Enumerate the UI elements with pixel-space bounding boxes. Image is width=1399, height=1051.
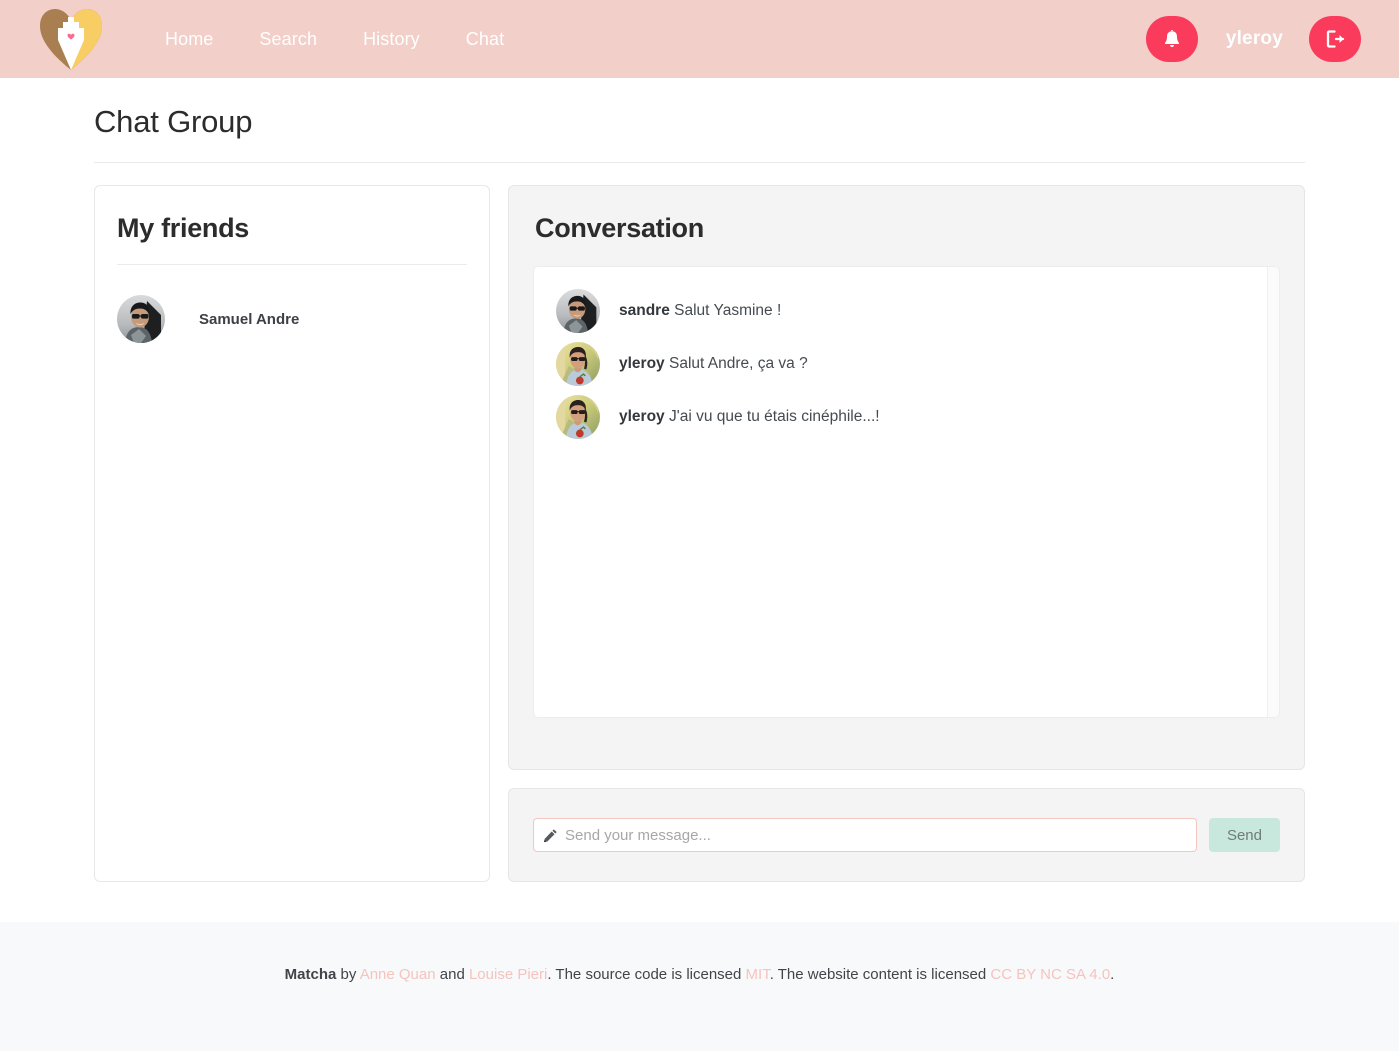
footer-link-cc-license[interactable]: CC BY NC SA 4.0 (990, 966, 1110, 983)
title-divider (94, 162, 1305, 163)
footer-end: . (1110, 966, 1115, 983)
message-item: yleroy J'ai vu que tu étais cinéphile...… (556, 395, 1259, 439)
footer-and: and (435, 966, 469, 983)
footer-link-anne-quan[interactable]: Anne Quan (360, 966, 436, 983)
avatar (556, 395, 600, 439)
message-text: yleroy Salut Andre, ça va ? (619, 355, 808, 373)
pencil-glyph (544, 828, 557, 842)
logout-icon (1326, 30, 1345, 48)
footer-link-louise-pieri[interactable]: Louise Pieri (469, 966, 547, 983)
send-button[interactable]: Send (1208, 818, 1280, 852)
nav-link-history[interactable]: History (340, 23, 443, 56)
message-body: Salut Yasmine ! (674, 302, 782, 319)
message-author: yleroy (619, 355, 665, 372)
footer-text: Matcha by Anne Quan and Louise Pieri. Th… (285, 966, 1115, 1051)
top-navbar: Home Search History Chat yleroy (0, 0, 1399, 78)
footer-brand: Matcha (284, 966, 337, 983)
messages-list: sandre Salut Yasmine ! yleroy Salut Andr… (533, 266, 1280, 718)
footer-content-text: . The website content is licensed (769, 966, 991, 983)
heart-logo-icon (40, 9, 102, 70)
message-body: J'ai vu que tu étais cinéphile...! (668, 408, 880, 425)
nav-link-chat[interactable]: Chat (443, 23, 527, 56)
avatar (556, 342, 600, 386)
footer-link-mit[interactable]: MIT (746, 966, 770, 983)
matcha-heart-logo[interactable] (36, 6, 106, 72)
page-title: Chat Group (94, 104, 253, 139)
pencil-icon (543, 828, 558, 843)
message-composer: Send (508, 788, 1305, 882)
conversation-panel: Conversation sandre Salut Yasmine ! yler… (508, 185, 1305, 770)
avatar-sandre-icon (117, 295, 165, 343)
nav-right-group: yleroy (1145, 16, 1361, 62)
nav-links: Home Search History Chat (142, 23, 527, 56)
message-text: sandre Salut Yasmine ! (619, 302, 781, 320)
current-username[interactable]: yleroy (1226, 28, 1283, 50)
message-item: sandre Salut Yasmine ! (556, 289, 1259, 333)
message-author: yleroy (619, 408, 665, 425)
footer-by: by (336, 966, 360, 983)
logout-button[interactable] (1309, 16, 1361, 62)
right-column: Conversation sandre Salut Yasmine ! yler… (508, 185, 1305, 882)
avatar (556, 289, 600, 333)
footer-code-text: . The source code is licensed (547, 966, 746, 983)
friends-panel-title: My friends (117, 213, 250, 243)
avatar-yleroy-icon (556, 342, 600, 386)
bell-icon (1164, 30, 1179, 48)
message-input-wrapper[interactable] (533, 818, 1197, 852)
avatar-yleroy-icon (556, 395, 600, 439)
conversation-panel-title: Conversation (535, 213, 704, 243)
message-author: sandre (619, 302, 670, 319)
message-text: yleroy J'ai vu que tu étais cinéphile...… (619, 408, 880, 426)
friends-panel: My friends Samuel Andre (94, 185, 490, 882)
nav-link-home[interactable]: Home (142, 23, 236, 56)
message-input[interactable] (565, 819, 1186, 851)
page-footer: Matcha by Anne Quan and Louise Pieri. Th… (0, 922, 1399, 1051)
message-item: yleroy Salut Andre, ça va ? (556, 342, 1259, 386)
notifications-button[interactable] (1145, 16, 1198, 62)
friend-list-item[interactable]: Samuel Andre (117, 291, 467, 347)
avatar-sandre-icon (556, 289, 600, 333)
avatar (117, 295, 165, 343)
main-columns: My friends Samuel Andre Conversation san… (94, 185, 1305, 882)
friend-name: Samuel Andre (199, 310, 300, 328)
page-body: Chat Group My friends Samuel Andre Conve… (0, 78, 1399, 882)
message-body: Salut Andre, ça va ? (668, 355, 808, 372)
friends-divider (117, 264, 467, 265)
messages-scrollbar[interactable] (1267, 267, 1279, 717)
nav-link-search[interactable]: Search (236, 23, 340, 56)
